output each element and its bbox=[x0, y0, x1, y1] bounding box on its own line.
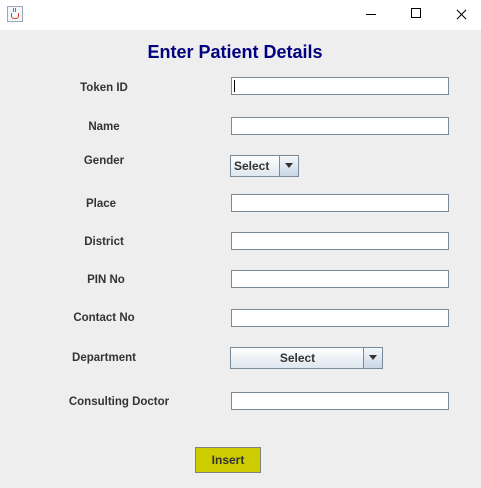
close-button[interactable] bbox=[438, 0, 481, 30]
gender-label: Gender bbox=[83, 155, 125, 167]
place-label: Place bbox=[85, 198, 117, 210]
java-app-icon bbox=[7, 6, 23, 22]
name-field[interactable] bbox=[231, 117, 449, 135]
district-label: District bbox=[84, 236, 124, 248]
title-bar bbox=[0, 0, 481, 30]
department-select[interactable]: Select bbox=[230, 347, 383, 369]
chevron-down-icon[interactable] bbox=[279, 156, 298, 176]
maximize-button[interactable] bbox=[393, 0, 439, 30]
department-label: Department bbox=[72, 352, 136, 364]
department-selected-value: Select bbox=[279, 351, 316, 365]
contact-no-field[interactable] bbox=[231, 309, 449, 327]
form-heading: Enter Patient Details bbox=[147, 42, 323, 62]
token-id-field[interactable] bbox=[231, 77, 449, 95]
pin-no-label: PIN No bbox=[87, 274, 125, 286]
name-label: Name bbox=[88, 121, 120, 133]
contact-no-label: Contact No bbox=[73, 312, 135, 324]
chevron-down-icon[interactable] bbox=[363, 348, 382, 368]
maximize-icon bbox=[411, 8, 421, 18]
close-icon bbox=[455, 14, 468, 15]
insert-button[interactable]: Insert bbox=[195, 447, 261, 473]
place-field[interactable] bbox=[231, 194, 449, 212]
consulting-doctor-field[interactable] bbox=[231, 392, 449, 410]
gender-select[interactable]: Select bbox=[230, 155, 299, 177]
gender-selected-value: Select bbox=[234, 159, 270, 173]
pin-no-field[interactable] bbox=[231, 270, 449, 288]
consulting-doctor-label: Consulting Doctor bbox=[68, 396, 170, 408]
text-caret bbox=[234, 80, 235, 92]
token-id-label: Token ID bbox=[80, 82, 128, 94]
minimize-button[interactable] bbox=[348, 0, 394, 30]
minimize-icon bbox=[366, 14, 376, 15]
district-field[interactable] bbox=[231, 232, 449, 250]
